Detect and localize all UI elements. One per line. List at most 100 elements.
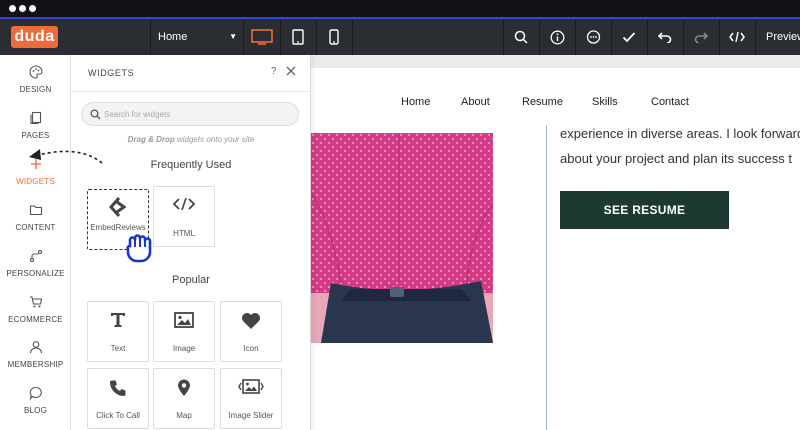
widget-tile-icon[interactable]: Icon xyxy=(220,301,282,362)
image-slider-icon xyxy=(238,379,264,394)
panel-title: WIDGETS xyxy=(88,68,135,78)
code-editor-button[interactable] xyxy=(719,19,755,55)
site-nav-contact[interactable]: Contact xyxy=(651,96,689,108)
sidebar-item-label: PERSONALIZE xyxy=(6,269,65,278)
user-icon xyxy=(29,341,42,354)
tablet-icon xyxy=(292,29,304,45)
chat-bubble-icon xyxy=(29,386,42,400)
sidebar-item-label: CONTENT xyxy=(15,223,56,232)
window-titlebar xyxy=(0,0,800,17)
search-button[interactable] xyxy=(503,19,539,55)
widget-label: Text xyxy=(110,344,126,353)
map-pin-icon xyxy=(178,379,190,396)
sidebar-item-content[interactable]: CONTENT xyxy=(0,203,71,232)
widget-tile-image-slider[interactable]: Image Slider xyxy=(220,368,282,429)
sidebar-item-label: MEMBERSHIP xyxy=(7,360,64,369)
drag-drop-hint-bold: Drag & Drop xyxy=(127,135,175,144)
widget-tile-map[interactable]: Map xyxy=(153,368,215,429)
redo-icon xyxy=(694,32,708,43)
undo-button[interactable] xyxy=(647,19,683,55)
person-photo-illustration xyxy=(311,133,493,343)
sidebar-item-label: PAGES xyxy=(21,131,50,140)
pages-icon xyxy=(29,111,41,125)
help-icon[interactable]: ? xyxy=(271,66,277,77)
drag-drop-hint-text: widgets onto your site xyxy=(174,135,255,144)
sidebar-item-label: WIDGETS xyxy=(16,177,55,186)
widget-search-input[interactable] xyxy=(104,106,289,122)
image-icon xyxy=(174,312,194,328)
code-icon xyxy=(173,197,195,211)
widget-tile-image[interactable]: Image xyxy=(153,301,215,362)
widget-tile-click-to-call[interactable]: Click To Call xyxy=(87,368,149,429)
widgets-panel: WIDGETS ? Drag & Drop widgets onto your … xyxy=(71,55,311,430)
widget-label: Icon xyxy=(243,344,259,353)
site-nav-home[interactable]: Home xyxy=(401,96,430,108)
site-canvas: Home About Resume Skills Contact experie… xyxy=(311,55,800,430)
personalize-icon xyxy=(29,249,42,263)
about-text-line-2: about your project and plan its success … xyxy=(560,151,792,166)
page-select[interactable]: Home ▼ xyxy=(151,19,243,55)
sidebar-item-blog[interactable]: BLOG xyxy=(0,386,71,415)
widget-label: Image xyxy=(172,344,196,353)
window-dot-2[interactable] xyxy=(19,5,26,12)
tablet-view-button[interactable] xyxy=(280,19,316,55)
undo-icon xyxy=(658,32,672,43)
site-nav-resume[interactable]: Resume xyxy=(522,96,563,108)
close-icon[interactable] xyxy=(286,66,296,76)
drag-hand-cursor-icon xyxy=(126,234,152,263)
phone-icon xyxy=(110,380,126,396)
page-select-value: Home xyxy=(158,31,188,43)
window-dot-3[interactable] xyxy=(29,5,36,12)
sidebar-item-membership[interactable]: MEMBERSHIP xyxy=(0,340,71,369)
window-dot-1[interactable] xyxy=(9,5,16,12)
site-nav-about[interactable]: About xyxy=(461,96,490,108)
sidebar-item-label: DESIGN xyxy=(19,85,52,94)
editor-toolbar: duda Home ▼ Preview xyxy=(0,19,800,55)
toolbar-divider xyxy=(352,19,353,55)
section-divider xyxy=(546,125,547,430)
palette-icon xyxy=(28,65,43,79)
embed-reviews-icon xyxy=(108,197,127,217)
publish-check-button[interactable] xyxy=(611,19,647,55)
comments-button[interactable] xyxy=(575,19,611,55)
widget-tile-text[interactable]: Text xyxy=(87,301,149,362)
code-icon xyxy=(729,31,745,43)
mobile-view-button[interactable] xyxy=(316,19,352,55)
sidebar-item-label: ECOMMERCE xyxy=(8,315,63,324)
sidebar-item-design[interactable]: DESIGN xyxy=(0,65,71,94)
dashed-arrow-icon xyxy=(29,149,103,164)
desktop-view-button[interactable] xyxy=(244,19,280,55)
sidebar-item-label: BLOG xyxy=(23,406,48,415)
mobile-icon xyxy=(329,29,339,45)
about-text-line-1: experience in diverse areas. I look forw… xyxy=(560,126,800,141)
see-resume-button[interactable]: SEE RESUME xyxy=(560,191,729,229)
chevron-down-icon: ▼ xyxy=(229,32,237,41)
popular-heading: Popular xyxy=(172,274,210,286)
sidebar-item-pages[interactable]: PAGES xyxy=(0,111,71,140)
check-icon xyxy=(622,32,636,43)
search-icon xyxy=(90,109,101,120)
heart-icon xyxy=(242,313,260,329)
widgets-panel-header: WIDGETS ? xyxy=(71,55,311,92)
cart-icon xyxy=(29,296,42,308)
left-sidebar: DESIGN PAGES WIDGETS CONTENT PERSONALIZE… xyxy=(0,55,71,430)
widget-tile-html[interactable]: HTML xyxy=(153,186,215,247)
widget-label: Click To Call xyxy=(96,411,140,420)
folder-icon xyxy=(29,205,42,216)
sidebar-item-personalize[interactable]: PERSONALIZE xyxy=(0,249,71,278)
preview-button[interactable]: Preview xyxy=(758,19,800,55)
widget-label: Image Slider xyxy=(228,411,274,420)
text-icon xyxy=(111,313,125,327)
info-button[interactable] xyxy=(539,19,575,55)
duda-logo[interactable]: duda xyxy=(11,26,58,48)
site-nav-skills[interactable]: Skills xyxy=(592,96,618,108)
hero-photo[interactable] xyxy=(311,133,493,343)
info-icon xyxy=(550,30,564,44)
widget-label: HTML xyxy=(173,229,195,238)
widget-label: Map xyxy=(176,411,192,420)
sidebar-item-ecommerce[interactable]: ECOMMERCE xyxy=(0,295,71,324)
redo-button[interactable] xyxy=(683,19,719,55)
search-icon xyxy=(514,30,528,44)
widget-search-box[interactable] xyxy=(81,102,299,126)
toolbar-divider xyxy=(755,19,756,55)
